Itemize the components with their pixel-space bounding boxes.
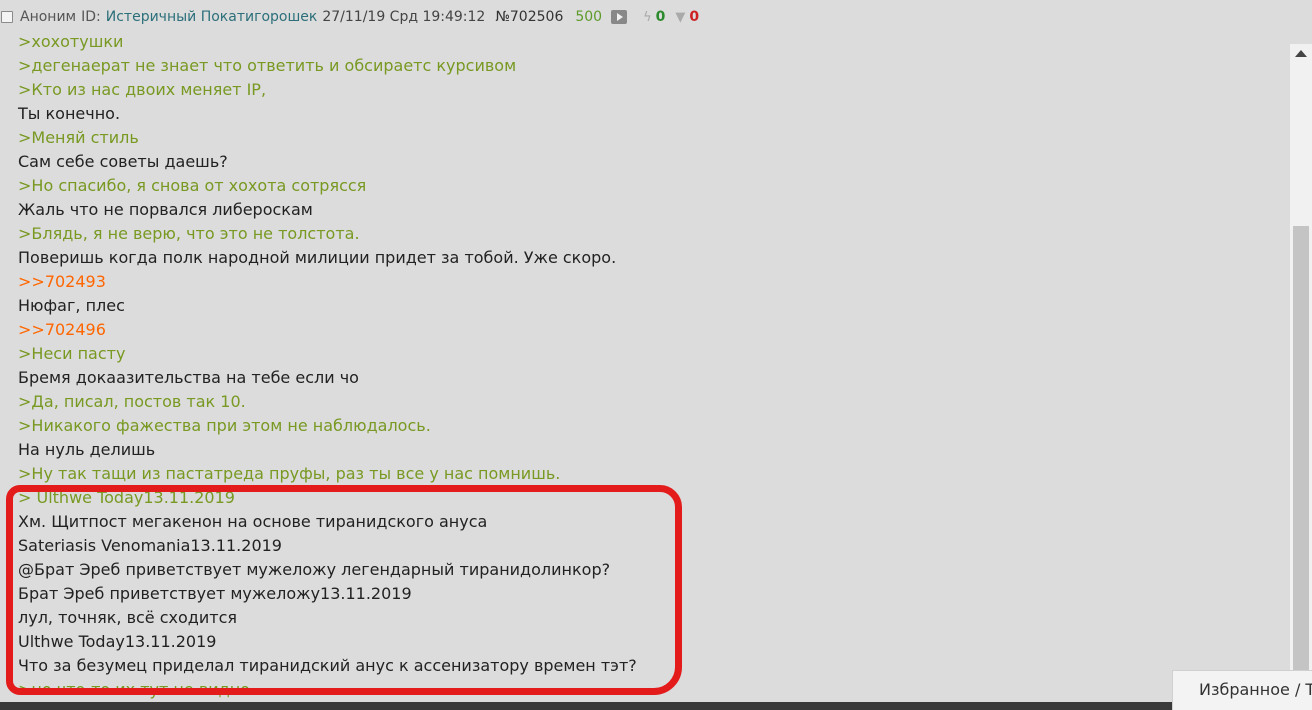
quote-line: >Никакого фажества при этом не наблюдало…: [18, 416, 431, 435]
bolt-icon[interactable]: ϟ: [643, 10, 652, 25]
text-line: Сам себе советы даешь?: [18, 152, 228, 171]
favorites-label[interactable]: Избранное / Т: [1199, 680, 1312, 699]
reply-link[interactable]: >>702493: [18, 270, 637, 294]
quote-line: >но что-то их тут не видно: [18, 680, 250, 699]
post-count: 500: [575, 9, 603, 25]
quote-line: >Ну так тащи из пастатреда пруфы, раз ты…: [18, 464, 561, 483]
text-line: Брат Эреб приветствует мужеложу13.11.201…: [18, 584, 412, 603]
scroll-up-icon[interactable]: [1295, 50, 1307, 57]
thumbs-down-icon[interactable]: ▼: [675, 10, 685, 25]
quote-line: >Блядь, я не верю, что это не толстота.: [18, 224, 360, 243]
text-line: Поверишь когда полк народной милиции при…: [18, 248, 617, 267]
text-line: Ты конечно.: [18, 104, 121, 123]
likes-count: 0: [655, 9, 666, 25]
text-line: На нуль делишь: [18, 440, 156, 459]
post-body: >хохотушки >дегенаерат не знает что ответ…: [0, 34, 1290, 699]
text-line: @Брат Эреб приветствует мужеложу легенда…: [18, 560, 611, 579]
reply-link[interactable]: >>702496: [18, 318, 637, 342]
poster-name: Аноним: [20, 9, 77, 25]
vertical-scrollbar[interactable]: [1290, 44, 1312, 702]
poster-id-label: ID:: [81, 9, 101, 25]
text-line: Ulthwe Today13.11.2019: [18, 632, 217, 651]
text-line: Что за безумец приделал тиранидский анус…: [18, 656, 637, 675]
text-line: Sateriasis Venomania13.11.2019: [18, 536, 282, 555]
quote-line: >Кто из нас двоих меняет IP,: [18, 80, 267, 99]
dislikes-count: 0: [689, 9, 700, 25]
scroll-thumb[interactable]: [1293, 226, 1309, 702]
quote-line: >дегенаерат не знает что ответить и обси…: [18, 56, 517, 75]
favorites-bar[interactable]: Избранное / Т: [1172, 670, 1312, 710]
bottom-strip: [0, 702, 1172, 710]
text-line: Жаль что не порвался либероскам: [18, 200, 313, 219]
text-line: Бремя докаазительства на тебе если чо: [18, 368, 359, 387]
text-line: лул, точняк, всё сходится: [18, 608, 237, 627]
quote-line: > Ulthwe Today13.11.2019: [18, 488, 235, 507]
post-number-link[interactable]: №702506: [495, 9, 563, 25]
quote-line: >Неси пасту: [18, 344, 126, 363]
quote-line: >Но спасибо, я снова от хохота сотрясся: [18, 176, 367, 195]
post-header: Аноним ID: Истеричный Покатигорошек 27/1…: [0, 0, 1290, 34]
quote-line: >хохотушки: [18, 34, 124, 51]
quote-line: >Да, писал, постов так 10.: [18, 392, 246, 411]
text-line: Нюфаг, плес: [18, 296, 125, 315]
play-icon[interactable]: [611, 10, 628, 24]
text-line: Хм. Щитпост мегакенон на основе тиранидс…: [18, 512, 488, 531]
post-date: 27/11/19 Срд 19:49:12: [322, 9, 486, 25]
post-select-checkbox[interactable]: [1, 11, 13, 23]
poster-id-title: Истеричный Покатигорошек: [105, 9, 318, 25]
quote-line: >Меняй стиль: [18, 128, 139, 147]
post-lines: >хохотушки >дегенаерат не знает что ответ…: [18, 34, 637, 699]
